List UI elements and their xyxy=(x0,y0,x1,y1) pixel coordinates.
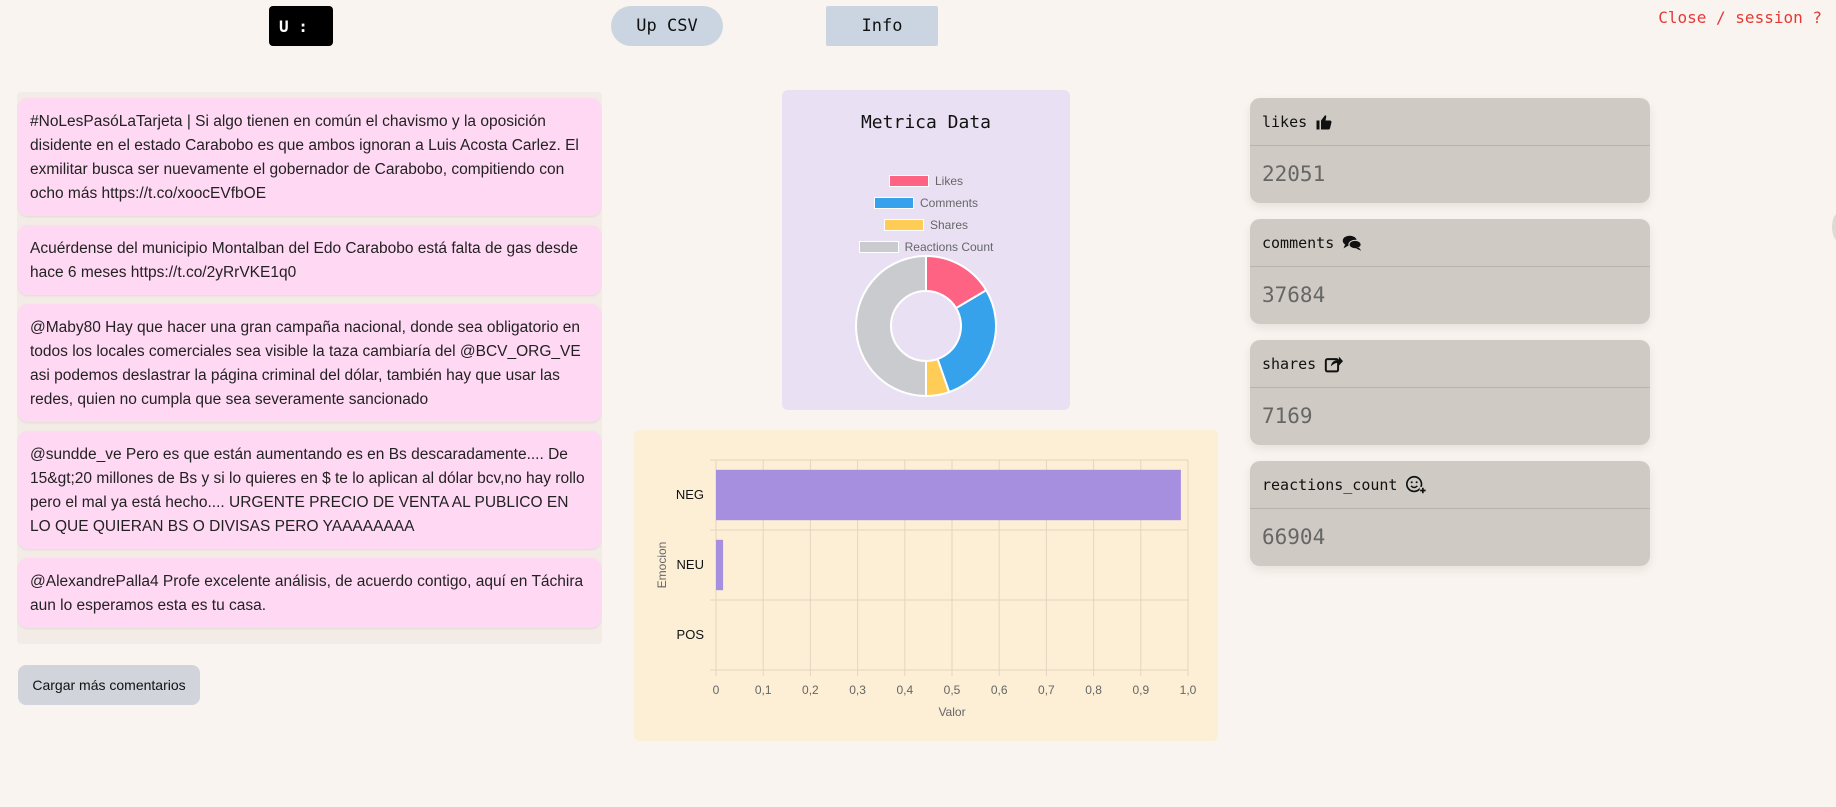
x-tick-label: 0,1 xyxy=(755,683,772,697)
bar xyxy=(716,469,1181,521)
x-tick-label: 0,3 xyxy=(849,683,866,697)
x-tick-label: 0,7 xyxy=(1038,683,1055,697)
donut-chart xyxy=(855,254,997,398)
x-tick-label: 0,9 xyxy=(1132,683,1149,697)
x-tick-label: 0,8 xyxy=(1085,683,1102,697)
x-tick-label: 0,5 xyxy=(944,683,961,697)
comments-list[interactable]: #NoLesPasóLaTarjeta | Si algo tienen en … xyxy=(17,92,602,644)
bar xyxy=(716,539,724,591)
donut-slice xyxy=(936,288,997,394)
metric-value: 37684 xyxy=(1262,283,1326,307)
comment-card: @sundde_ve Pero es que están aumentando … xyxy=(18,431,601,549)
info-label: Info xyxy=(861,16,903,36)
comment-card: Acuérdense del municipio Montalban del E… xyxy=(18,225,601,295)
upload-csv-button[interactable]: Up CSV xyxy=(611,6,723,46)
y-tick-label: NEG xyxy=(676,487,704,502)
x-axis-title: Valor xyxy=(938,705,965,719)
y-tick-label: NEU xyxy=(677,557,704,572)
metrics-donut-card: Metrica Data Likes Comments Shares Reaction… xyxy=(782,90,1070,410)
user-menu-label: U : xyxy=(279,16,308,36)
emotion-bar-card: 0 0,1 0,2 0,3 0,4 0,5 0,6 0,7 0,8 0,9 1,0 NEG NEU POS… xyxy=(634,430,1218,741)
y-tick-label: POS xyxy=(677,627,705,642)
x-tick-label: 0,4 xyxy=(896,683,913,697)
comment-card: #NoLesPasóLaTarjeta | Si algo tienen en … xyxy=(18,98,601,216)
metric-value: 66904 xyxy=(1262,525,1326,549)
x-tick-label: 0 xyxy=(713,683,720,697)
user-menu-button[interactable]: U : xyxy=(269,6,333,46)
load-more-comments-button[interactable]: Cargar más comentarios xyxy=(18,665,200,705)
donut-slice xyxy=(855,254,927,398)
x-tick-label: 1,0 xyxy=(1180,683,1197,697)
share-icon xyxy=(1325,356,1344,372)
info-button[interactable]: Info xyxy=(826,6,938,46)
metric-label: reactions_count xyxy=(1262,475,1398,494)
y-axis-title: Emocion xyxy=(655,542,669,589)
comment-card: @Maby80 Hay que hacer una gran campaña n… xyxy=(18,304,601,422)
x-tick-label: 0,2 xyxy=(802,683,819,697)
metric-value: 22051 xyxy=(1262,162,1326,186)
metric-card-reactions: reactions_count 66904 xyxy=(1250,461,1650,566)
upload-csv-label: Up CSV xyxy=(636,16,698,36)
x-tick-label: 0,6 xyxy=(991,683,1008,697)
thumbs-up-icon xyxy=(1316,114,1332,129)
comments-icon xyxy=(1343,235,1363,251)
metric-label: likes xyxy=(1262,112,1308,131)
scroll-edge-indicator xyxy=(1832,212,1836,242)
close-session-link[interactable]: Close / session ? xyxy=(1658,8,1822,27)
comment-card: @AlexandrePalla4 Profe excelente análisi… xyxy=(18,558,601,628)
metric-card-shares: shares 7169 xyxy=(1250,340,1650,445)
metric-label: comments xyxy=(1262,233,1335,252)
metric-card-comments: comments 37684 xyxy=(1250,219,1650,324)
metric-label: shares xyxy=(1262,354,1317,373)
metric-card-likes: likes 22051 xyxy=(1250,98,1650,203)
metric-value: 7169 xyxy=(1262,404,1313,428)
emotion-bar-chart: 0 0,1 0,2 0,3 0,4 0,5 0,6 0,7 0,8 0,9 1,0 NEG NEU POS… xyxy=(655,459,1197,719)
smile-plus-icon xyxy=(1406,475,1427,493)
